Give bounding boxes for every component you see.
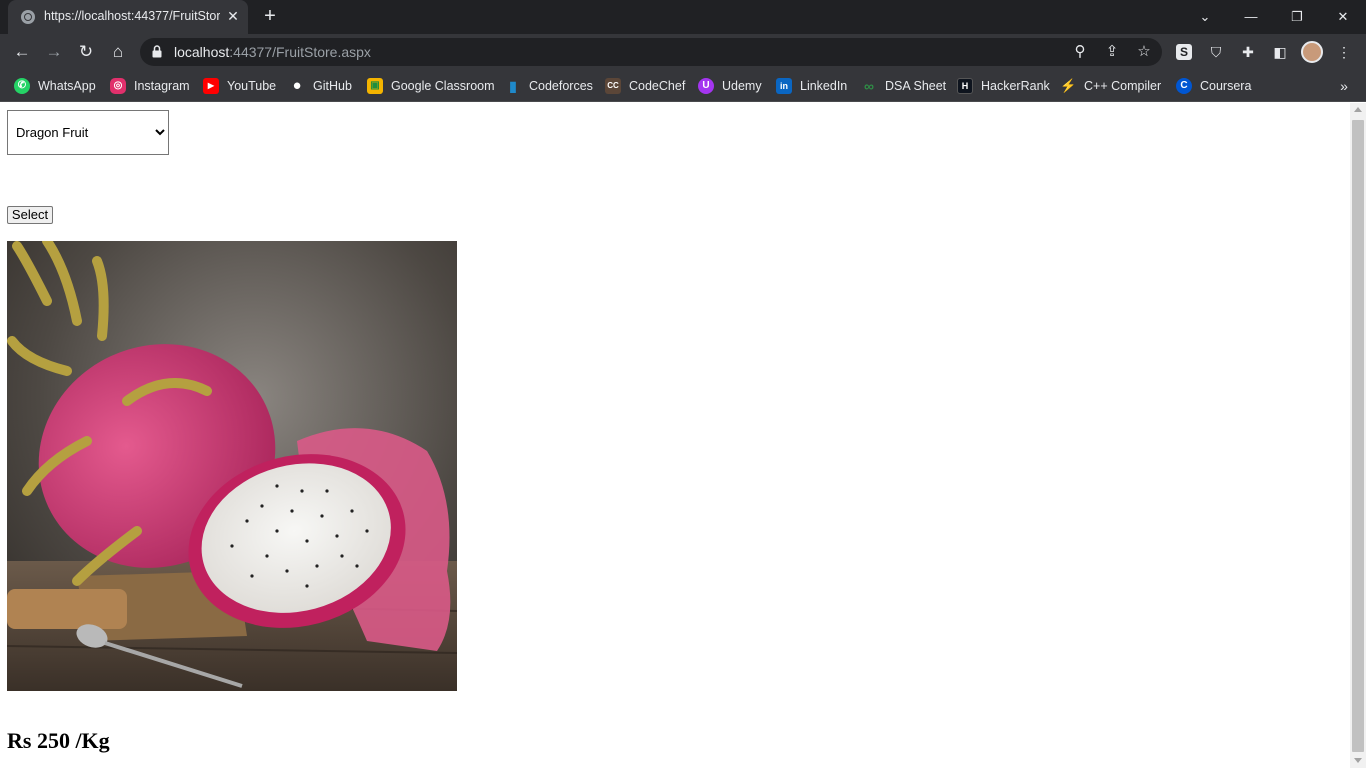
bookmark-label: WhatsApp — [38, 79, 96, 93]
bookmark-label: Codeforces — [529, 79, 593, 93]
bookmark-label: Instagram — [134, 79, 190, 93]
scroll-down-icon[interactable] — [1354, 758, 1362, 763]
dragon-fruit-illustration — [7, 241, 457, 691]
tab-search-button[interactable]: ⌄ — [1185, 3, 1225, 31]
new-tab-button[interactable]: + — [259, 5, 281, 27]
bookmark-codeforces[interactable]: ▮ Codeforces — [505, 76, 593, 96]
bookmark-label: LinkedIn — [800, 79, 848, 93]
url-text[interactable]: localhost:44377/FruitStore.aspx — [174, 44, 371, 60]
bookmark-star-icon[interactable]: ☆ — [1132, 40, 1156, 64]
profile-avatar[interactable] — [1301, 41, 1323, 63]
scrollbar-thumb[interactable] — [1352, 120, 1364, 752]
bookmark-label: C++ Compiler — [1084, 79, 1162, 93]
bookmark-hackerrank[interactable]: H HackerRank — [957, 76, 1050, 96]
bookmark-instagram[interactable]: ◎ Instagram — [110, 76, 190, 96]
bookmark-label: Coursera — [1200, 79, 1252, 93]
bookmark-udemy[interactable]: U Udemy — [698, 76, 762, 96]
bookmark-coursera[interactable]: C Coursera — [1176, 76, 1251, 96]
globe-icon — [21, 10, 35, 24]
select-button[interactable]: Select — [7, 206, 53, 224]
dragon-fruit-image — [7, 241, 457, 691]
lock-icon — [152, 45, 162, 58]
codeforces-icon: ▮ — [505, 78, 521, 94]
back-button[interactable]: ← — [10, 40, 34, 64]
bookmark-codechef[interactable]: CC CodeChef — [605, 76, 685, 96]
bookmark-github[interactable]: ● GitHub — [289, 76, 352, 96]
codechef-icon: CC — [605, 78, 621, 94]
window-close-button[interactable]: ✕ — [1323, 3, 1363, 31]
bookmark-label: Udemy — [722, 79, 762, 93]
restore-button[interactable]: ❐ — [1277, 3, 1317, 31]
bookmark-dsa-sheet[interactable]: ∞ DSA Sheet — [861, 76, 946, 96]
bookmark-label: GitHub — [313, 79, 352, 93]
extension-s-icon[interactable]: S — [1176, 44, 1192, 60]
dsa-sheet-icon: ∞ — [861, 78, 877, 94]
page-scrollbar[interactable] — [1350, 103, 1366, 768]
title-bar: https://localhost:44377/FruitStore.aspx … — [0, 0, 1366, 34]
zoom-icon[interactable]: ⚲ — [1068, 40, 1092, 64]
hackerrank-icon: H — [957, 78, 973, 94]
tab-close-icon[interactable]: ✕ — [224, 7, 242, 25]
menu-icon[interactable]: ⋮ — [1334, 42, 1354, 62]
bookmarks-bar: ✆ WhatsApp ◎ Instagram ▶ YouTube ● GitHu… — [0, 70, 1366, 102]
shield-extension-icon[interactable]: ⛉ — [1206, 42, 1226, 62]
bookmark-cpp-compiler[interactable]: ⚡ C++ Compiler — [1060, 76, 1161, 96]
tab-title: https://localhost:44377/FruitStore.aspx — [44, 9, 220, 23]
bookmark-linkedin[interactable]: in LinkedIn — [776, 76, 847, 96]
extensions-puzzle-icon[interactable]: ✚ — [1238, 42, 1258, 62]
price-label: Rs 250 /Kg — [7, 728, 110, 753]
home-button[interactable]: ⌂ — [106, 40, 130, 64]
url-host: localhost — [174, 44, 230, 60]
udemy-icon: U — [698, 78, 714, 94]
browser-toolbar: ← → ↻ ⌂ localhost:44377/FruitStore.aspx … — [0, 34, 1366, 70]
bookmark-whatsapp[interactable]: ✆ WhatsApp — [14, 76, 96, 96]
address-bar[interactable]: localhost:44377/FruitStore.aspx ⚲ ⇪ ☆ — [140, 38, 1162, 66]
side-panel-icon[interactable]: ◧ — [1270, 42, 1290, 62]
bookmark-label: HackerRank — [981, 79, 1050, 93]
page-content: Dragon Fruit Select Rs 250 /Kg — [0, 103, 1350, 768]
cpp-compiler-icon: ⚡ — [1060, 78, 1077, 94]
scroll-up-icon[interactable] — [1354, 107, 1362, 112]
bookmark-label: Google Classroom — [391, 79, 495, 93]
bookmark-label: YouTube — [227, 79, 277, 93]
whatsapp-icon: ✆ — [14, 78, 30, 94]
github-icon: ● — [289, 78, 305, 94]
bookmarks-overflow-icon[interactable]: » — [1334, 76, 1354, 96]
google-classroom-icon: ▣ — [367, 78, 383, 94]
coursera-icon: C — [1176, 78, 1192, 94]
bookmark-google-classroom[interactable]: ▣ Google Classroom — [367, 76, 495, 96]
forward-button[interactable]: → — [42, 40, 66, 64]
linkedin-icon: in — [776, 78, 792, 94]
youtube-icon: ▶ — [203, 78, 219, 94]
bookmark-label: CodeChef — [629, 79, 686, 93]
fruit-dropdown[interactable]: Dragon Fruit — [7, 110, 169, 155]
minimize-button[interactable]: — — [1231, 3, 1271, 31]
share-icon[interactable]: ⇪ — [1100, 40, 1124, 64]
bookmark-label: DSA Sheet — [885, 79, 947, 93]
reload-button[interactable]: ↻ — [74, 40, 98, 64]
bookmark-youtube[interactable]: ▶ YouTube — [203, 76, 276, 96]
instagram-icon: ◎ — [110, 78, 126, 94]
active-tab[interactable]: https://localhost:44377/FruitStore.aspx … — [8, 0, 248, 34]
url-path: :44377/FruitStore.aspx — [229, 44, 371, 60]
